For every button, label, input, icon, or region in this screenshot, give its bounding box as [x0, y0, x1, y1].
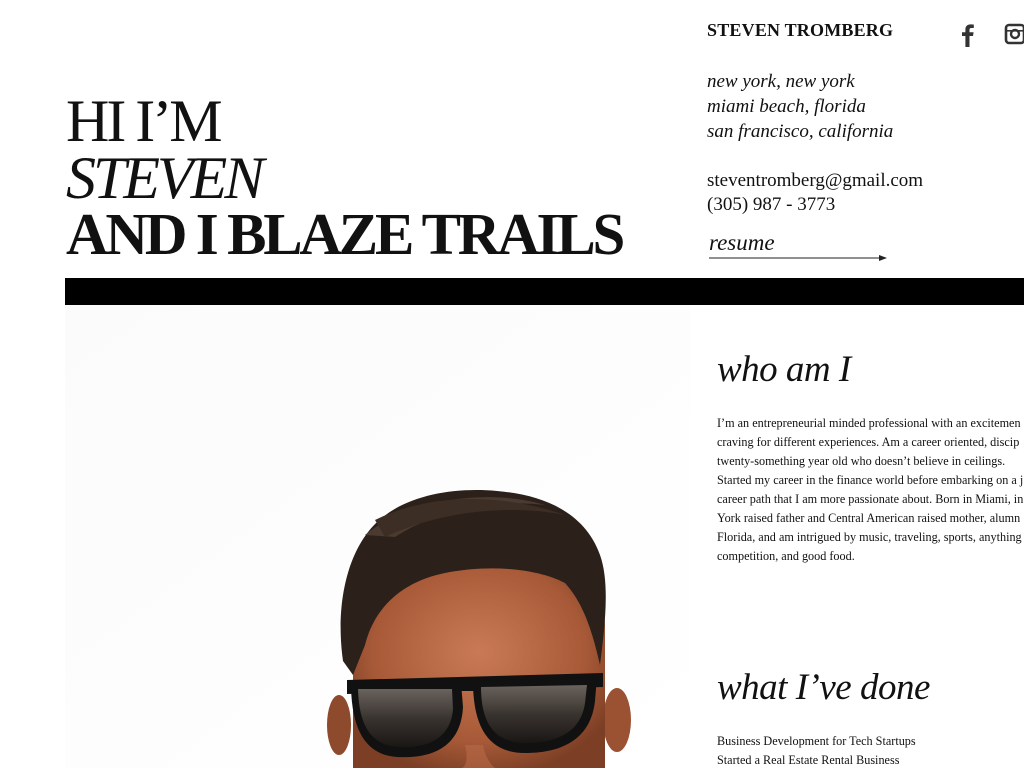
about-line: Florida, and am intrigued by music, trav…	[717, 530, 1022, 544]
about-line: competition, and good food.	[717, 549, 855, 563]
about-text: I’m an entrepreneurial minded profession…	[717, 414, 1024, 566]
location-item: miami beach, florida	[707, 96, 866, 117]
about-heading: who am I	[717, 349, 851, 390]
about-line: Started my career in the finance world b…	[717, 473, 1024, 487]
experience-item: Business Development for Tech Startups	[717, 734, 916, 748]
experience-heading: what I’ve done	[717, 667, 930, 708]
about-line: career path that I am more passionate ab…	[717, 492, 1024, 506]
site-brand-name[interactable]: STEVEN TROMBERG	[707, 20, 893, 41]
about-line: York raised father and Central American …	[717, 511, 1021, 525]
hero-line-name: STEVEN	[66, 145, 264, 211]
hero-line-greeting: HI I’M	[66, 88, 223, 154]
hero-heading: HI I’M STEVEN AND I BLAZE TRAILS	[66, 88, 625, 267]
email-link[interactable]: steventromberg@gmail.com	[707, 170, 923, 192]
resume-label: resume	[709, 230, 775, 255]
experience-item: Started a Real Estate Rental Business	[717, 753, 900, 767]
location-item: san francisco, california	[707, 121, 894, 142]
arrow-right-icon	[709, 255, 887, 261]
hero-line-tagline: AND I BLAZE TRAILS	[66, 201, 625, 267]
location-item: new york, new york	[707, 71, 855, 92]
black-divider-bar	[65, 278, 1024, 305]
resume-link[interactable]: resume	[709, 230, 889, 264]
facebook-icon[interactable]	[956, 22, 980, 48]
location-list: new york, new york miami beach, florida …	[707, 69, 893, 144]
phone-number: (305) 987 - 3773	[707, 194, 836, 215]
about-line: craving for different experiences. Am a …	[717, 435, 1020, 449]
profile-photo	[65, 305, 690, 768]
about-line: I’m an entrepreneurial minded profession…	[717, 416, 1021, 430]
about-line: twenty-something year old who doesn’t be…	[717, 454, 1006, 468]
experience-list: Business Development for Tech Startups S…	[717, 732, 916, 770]
instagram-icon[interactable]	[1004, 22, 1024, 48]
